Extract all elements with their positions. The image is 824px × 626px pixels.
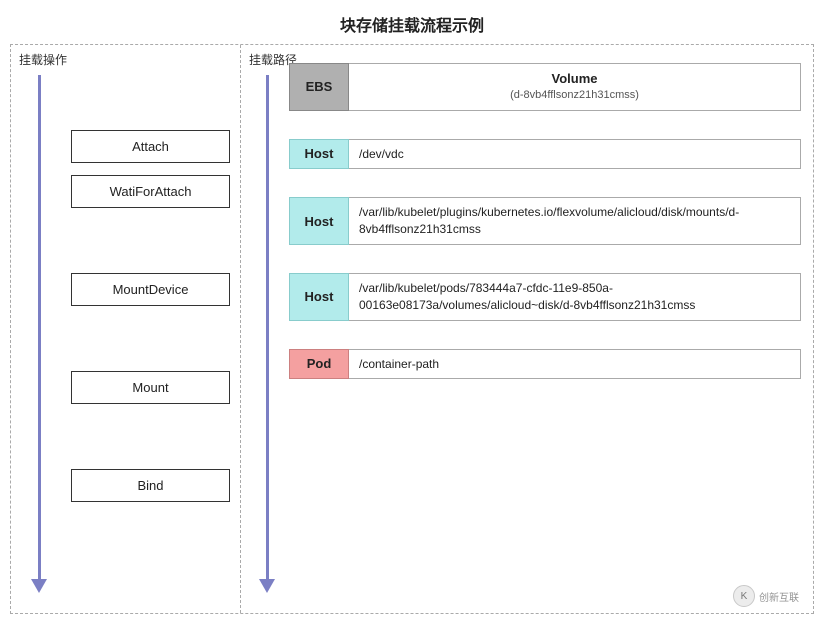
path-value-host-pods: /var/lib/kubelet/pods/783444a7-cfdc-11e9…	[349, 273, 801, 321]
path-row-pod: Pod /container-path	[289, 349, 801, 380]
arrow-line	[38, 75, 41, 579]
watermark: K 创新互联	[733, 585, 799, 607]
left-panel-header: 挂载操作	[11, 45, 240, 74]
path-arrow-column	[259, 75, 275, 593]
path-value-host-dev: /dev/vdc	[349, 139, 801, 170]
arrow-head-down	[31, 579, 47, 593]
path-label-ebs: EBS	[289, 63, 349, 111]
ebs-vol-sub: (d-8vb4fflsonz21h31cmss)	[510, 88, 639, 103]
path-value-pod: /container-path	[349, 349, 801, 380]
path-arrow-line	[266, 75, 269, 579]
ebs-vol-title: Volume	[552, 70, 598, 88]
page-title: 块存储挂载流程示例	[0, 0, 824, 44]
path-value-host-kubelet: /var/lib/kubelet/plugins/kubernetes.io/f…	[349, 197, 801, 245]
watermark-text: 创新互联	[759, 589, 799, 604]
path-row-host-dev: Host /dev/vdc	[289, 139, 801, 170]
op-mount: Mount	[71, 371, 230, 404]
op-attach: Attach	[71, 130, 230, 163]
path-items: EBS Volume (d-8vb4fflsonz21h31cmss) Host…	[289, 63, 801, 395]
op-mountdevice: MountDevice	[71, 273, 230, 306]
op-waitforattach: WatiForAttach	[71, 175, 230, 208]
path-row-host-pods: Host /var/lib/kubelet/pods/783444a7-cfdc…	[289, 273, 801, 321]
path-value-ebs: Volume (d-8vb4fflsonz21h31cmss)	[349, 63, 801, 111]
main-container: 挂载操作 Attach WatiForAttach MountDevice Mo…	[10, 44, 814, 614]
operations-list: Attach WatiForAttach MountDevice Mount B…	[71, 75, 230, 512]
path-label-host-kubelet: Host	[289, 197, 349, 245]
watermark-circle: K	[733, 585, 755, 607]
op-bind: Bind	[71, 469, 230, 502]
left-panel: 挂载操作 Attach WatiForAttach MountDevice Mo…	[11, 45, 241, 613]
right-panel: 挂载路径 EBS Volume (d-8vb4fflsonz21h31cmss)…	[241, 45, 813, 613]
path-row-ebs: EBS Volume (d-8vb4fflsonz21h31cmss)	[289, 63, 801, 111]
path-row-host-kubelet: Host /var/lib/kubelet/plugins/kubernetes…	[289, 197, 801, 245]
arrow-column	[31, 75, 47, 593]
path-label-host-dev: Host	[289, 139, 349, 170]
path-label-host-pods: Host	[289, 273, 349, 321]
path-label-pod: Pod	[289, 349, 349, 380]
path-arrow-head	[259, 579, 275, 593]
